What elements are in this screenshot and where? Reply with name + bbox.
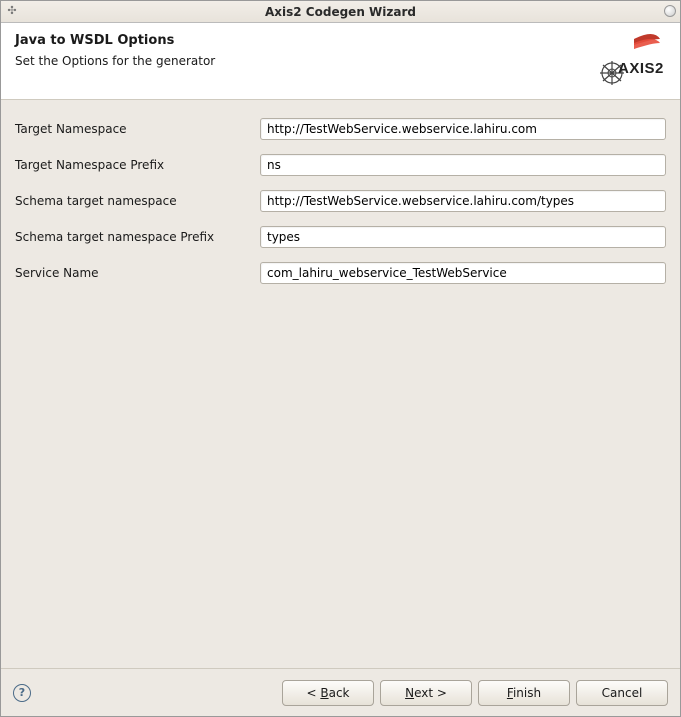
target-namespace-prefix-input[interactable] [260,154,666,176]
service-name-label: Service Name [15,266,260,280]
cancel-button[interactable]: Cancel [576,680,668,706]
target-namespace-label: Target Namespace [15,122,260,136]
wizard-header: Java to WSDL Options Set the Options for… [1,23,680,100]
page-subtitle: Set the Options for the generator [15,54,594,68]
target-namespace-input[interactable] [260,118,666,140]
window-title: Axis2 Codegen Wizard [265,5,416,19]
svg-text:AXIS2: AXIS2 [618,60,664,77]
window-control-icon[interactable] [664,5,676,17]
wizard-content: Target Namespace Target Namespace Prefix… [1,100,680,668]
wizard-header-text: Java to WSDL Options Set the Options for… [15,33,594,85]
service-name-input[interactable] [260,262,666,284]
next-button[interactable]: Next > [380,680,472,706]
options-form: Target Namespace Target Namespace Prefix… [15,118,666,284]
schema-target-namespace-label: Schema target namespace [15,194,260,208]
page-title: Java to WSDL Options [15,33,594,48]
titlebar: ✣ Axis2 Codegen Wizard [1,1,680,23]
schema-target-namespace-prefix-label: Schema target namespace Prefix [15,230,260,244]
back-button[interactable]: < Back [282,680,374,706]
app-menu-icon[interactable]: ✣ [5,4,19,18]
help-icon[interactable]: ? [13,684,31,702]
schema-target-namespace-prefix-input[interactable] [260,226,666,248]
schema-target-namespace-input[interactable] [260,190,666,212]
wizard-window: ✣ Axis2 Codegen Wizard Java to WSDL Opti… [0,0,681,717]
axis2-logo-icon: AXIS2 [594,33,666,85]
finish-button[interactable]: Finish [478,680,570,706]
wizard-footer: ? < Back Next > Finish Cancel [1,668,680,716]
target-namespace-prefix-label: Target Namespace Prefix [15,158,260,172]
